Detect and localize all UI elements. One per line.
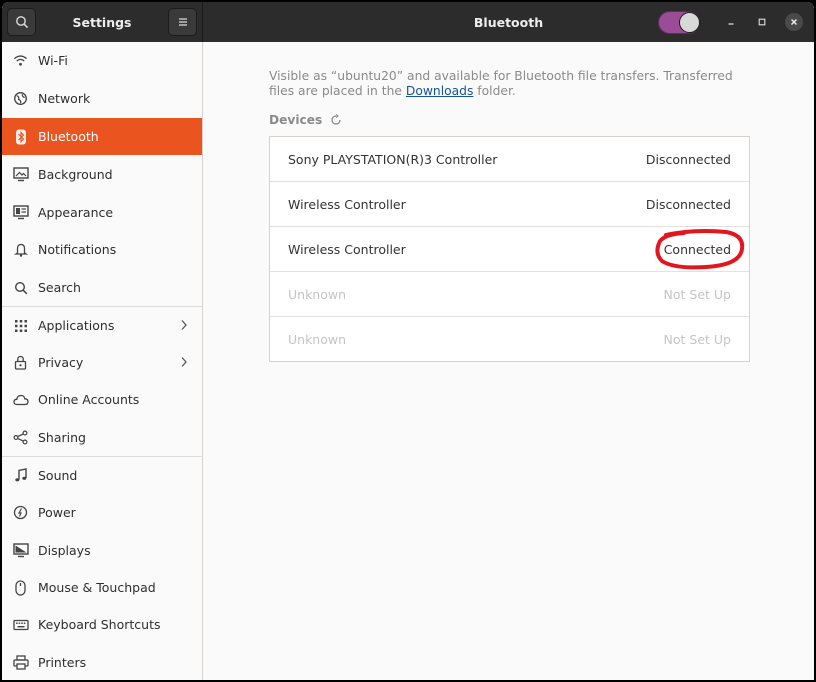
- close-button[interactable]: [785, 13, 803, 31]
- sidebar-item-label: Mouse & Touchpad: [38, 580, 156, 595]
- sidebar-item-sound[interactable]: Sound: [2, 457, 202, 494]
- device-status: Not Set Up: [663, 286, 731, 302]
- sidebar-item-label: Search: [38, 280, 81, 295]
- chevron-right-icon: [180, 319, 188, 334]
- maximize-button[interactable]: [753, 13, 771, 31]
- sidebar-item-label: Background: [38, 167, 113, 182]
- minimize-button[interactable]: [722, 13, 740, 31]
- sidebar-item-applications[interactable]: Applications: [2, 307, 202, 344]
- menu-button[interactable]: [168, 8, 197, 36]
- sidebar-item-printers[interactable]: Printers: [2, 644, 202, 680]
- sidebar-item-appearance[interactable]: Appearance: [2, 194, 202, 231]
- sidebar: Wi-Fi Network Bluetooth Background Appea…: [2, 42, 203, 680]
- devices-label: Devices: [269, 113, 323, 127]
- sidebar-item-label: Online Accounts: [38, 392, 140, 407]
- sidebar-item-label: Wi-Fi: [38, 53, 68, 68]
- sidebar-item-power[interactable]: Power: [2, 494, 202, 531]
- device-status: Disconnected: [645, 151, 731, 167]
- device-row[interactable]: Wireless Controller Connected: [270, 227, 749, 272]
- device-name: Wireless Controller: [288, 196, 406, 212]
- sidebar-item-label: Network: [38, 91, 91, 106]
- sidebar-item-label: Printers: [38, 655, 87, 670]
- search-icon: [12, 279, 29, 296]
- sidebar-item-label: Notifications: [38, 242, 117, 257]
- power-icon: [12, 504, 29, 521]
- devices-list: Sony PLAYSTATION(R)3 Controller Disconne…: [269, 136, 750, 362]
- bell-icon: [12, 241, 29, 258]
- hamburger-menu-icon: [178, 18, 187, 26]
- sidebar-item-privacy[interactable]: Privacy: [2, 344, 202, 381]
- toggle-knob: [679, 12, 700, 33]
- display-icon: [12, 542, 29, 559]
- sidebar-item-wifi[interactable]: Wi-Fi: [2, 42, 202, 79]
- settings-window: Settings Bluetooth Wi-Fi Network Bluetoo…: [2, 2, 814, 680]
- sidebar-item-mouse-touchpad[interactable]: Mouse & Touchpad: [2, 569, 202, 606]
- settings-title: Settings: [72, 15, 132, 30]
- sidebar-item-displays[interactable]: Displays: [2, 532, 202, 569]
- appearance-icon: [12, 204, 29, 221]
- maximize-icon: [758, 18, 766, 26]
- device-name: Wireless Controller: [288, 241, 406, 257]
- search-icon: [15, 16, 28, 29]
- close-icon: [791, 19, 797, 25]
- bluetooth-toggle[interactable]: [658, 11, 700, 34]
- sidebar-item-label: Sharing: [38, 430, 86, 445]
- loading-spinner-icon: [330, 114, 342, 126]
- device-name: Unknown: [288, 331, 347, 347]
- sidebar-item-background[interactable]: Background: [2, 156, 202, 193]
- sidebar-header: Settings: [2, 2, 203, 42]
- sidebar-item-label: Sound: [38, 468, 78, 483]
- sidebar-item-online-accounts[interactable]: Online Accounts: [2, 381, 202, 418]
- sidebar-item-network[interactable]: Network: [2, 80, 202, 117]
- header-bar: Settings Bluetooth: [2, 2, 814, 42]
- sidebar-item-label: Bluetooth: [38, 129, 99, 144]
- sidebar-item-label: Applications: [38, 318, 115, 333]
- chevron-right-icon: [180, 356, 188, 371]
- sidebar-item-sharing[interactable]: Sharing: [2, 419, 202, 456]
- music-note-icon: [12, 467, 29, 484]
- background-icon: [12, 166, 29, 183]
- wifi-icon: [12, 52, 29, 69]
- visibility-info: Visible as “ubuntu20” and available for …: [269, 69, 759, 99]
- search-button[interactable]: [7, 8, 36, 36]
- apps-grid-icon: [12, 317, 29, 334]
- sidebar-item-search[interactable]: Search: [2, 269, 202, 306]
- device-row[interactable]: Unknown Not Set Up: [270, 272, 749, 317]
- info-text-end: folder.: [473, 84, 516, 98]
- sidebar-item-keyboard-shortcuts[interactable]: Keyboard Shortcuts: [2, 606, 202, 643]
- bluetooth-panel: Visible as “ubuntu20” and available for …: [204, 42, 814, 680]
- lock-icon: [12, 354, 29, 371]
- bluetooth-icon: [12, 128, 29, 145]
- share-icon: [12, 429, 29, 446]
- sidebar-item-bluetooth[interactable]: Bluetooth: [2, 118, 202, 155]
- device-name: Unknown: [288, 286, 347, 302]
- cloud-icon: [12, 391, 29, 408]
- minimize-icon: [728, 23, 734, 25]
- device-status: Not Set Up: [663, 331, 731, 347]
- sidebar-item-label: Keyboard Shortcuts: [38, 617, 161, 632]
- sidebar-item-notifications[interactable]: Notifications: [2, 231, 202, 268]
- sidebar-item-label: Privacy: [38, 355, 84, 370]
- sidebar-item-label: Power: [38, 505, 76, 520]
- sidebar-item-label: Appearance: [38, 205, 114, 220]
- keyboard-icon: [12, 616, 29, 633]
- device-row[interactable]: Unknown Not Set Up: [270, 317, 749, 361]
- sidebar-item-label: Displays: [38, 543, 91, 558]
- printer-icon: [12, 654, 29, 671]
- downloads-link[interactable]: Downloads: [406, 84, 474, 98]
- devices-header: Devices: [269, 113, 342, 127]
- device-row[interactable]: Sony PLAYSTATION(R)3 Controller Disconne…: [270, 137, 749, 182]
- mouse-icon: [12, 579, 29, 596]
- device-name: Sony PLAYSTATION(R)3 Controller: [288, 151, 498, 167]
- device-row[interactable]: Wireless Controller Disconnected: [270, 182, 749, 227]
- device-status: Connected: [663, 241, 731, 257]
- device-status: Disconnected: [645, 196, 731, 212]
- network-globe-icon: [12, 90, 29, 107]
